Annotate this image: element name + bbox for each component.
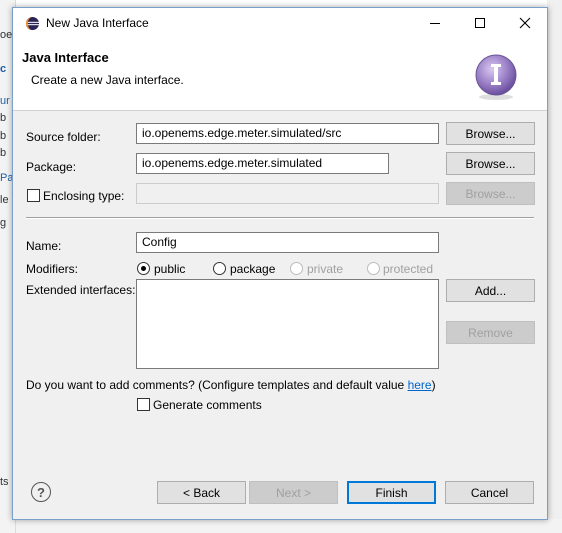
- finish-button[interactable]: Finish: [347, 481, 436, 504]
- extended-interfaces-list[interactable]: [136, 279, 439, 369]
- enclosing-type-browse-button: Browse...: [446, 182, 535, 205]
- maximize-icon: [474, 18, 485, 28]
- wizard-banner: Java Interface Create a new Java interfa…: [13, 38, 547, 111]
- generate-comments-checkbox[interactable]: [137, 398, 150, 411]
- modifier-private-label: private: [307, 262, 344, 276]
- title-bar[interactable]: New Java Interface: [13, 8, 547, 38]
- modifier-protected-label: protected: [383, 262, 434, 276]
- background-ide-bottom: [16, 519, 562, 533]
- modifier-public-label: public: [154, 262, 186, 276]
- extended-interfaces-label: Extended interfaces:: [26, 283, 136, 297]
- modifier-protected-radio: [367, 262, 380, 275]
- configure-templates-link[interactable]: here: [408, 378, 432, 392]
- cancel-button[interactable]: Cancel: [445, 481, 534, 504]
- package-input[interactable]: io.openems.edge.meter.simulated: [136, 153, 389, 174]
- comments-question-text: Do you want to add comments? (Configure …: [26, 378, 408, 392]
- enclosing-type-checkbox[interactable]: [27, 189, 40, 202]
- java-interface-icon: [475, 54, 517, 100]
- remove-interface-button: Remove: [446, 321, 535, 344]
- banner-description: Create a new Java interface.: [31, 73, 184, 87]
- source-folder-input[interactable]: io.openems.edge.meter.simulated/src: [136, 123, 439, 144]
- background-ide-right: [547, 0, 562, 533]
- add-interface-button[interactable]: Add...: [446, 279, 535, 302]
- close-icon: [519, 17, 530, 29]
- source-folder-browse-button[interactable]: Browse...: [446, 122, 535, 145]
- maximize-button[interactable]: [457, 8, 502, 38]
- comments-question: Do you want to add comments? (Configure …: [26, 378, 436, 392]
- modifier-package-label: package: [230, 262, 276, 276]
- wizard-footer: ? < Back Next > Finish Cancel: [13, 461, 547, 519]
- modifier-package-radio[interactable]: [213, 262, 226, 275]
- close-button[interactable]: [502, 8, 547, 38]
- eclipse-icon: [25, 16, 40, 31]
- package-label: Package:: [26, 160, 77, 174]
- enclosing-type-input: [136, 183, 439, 204]
- banner-title: Java Interface: [22, 50, 109, 65]
- source-folder-label: Source folder:: [26, 130, 101, 144]
- section-separator: [26, 217, 534, 219]
- minimize-button[interactable]: [412, 8, 457, 38]
- wizard-content: Source folder: io.openems.edge.meter.sim…: [13, 111, 547, 461]
- next-button: Next >: [249, 481, 338, 504]
- name-input[interactable]: Config: [136, 232, 439, 253]
- modifier-private-radio: [290, 262, 303, 275]
- modifier-public-radio[interactable]: [137, 262, 150, 275]
- comments-question-close: ): [431, 378, 436, 392]
- modifiers-label: Modifiers:: [26, 262, 79, 276]
- new-java-interface-dialog: New Java Interface Java Interface Create…: [12, 7, 548, 520]
- name-label: Name:: [26, 239, 62, 253]
- window-title: New Java Interface: [46, 16, 149, 30]
- package-browse-button[interactable]: Browse...: [446, 152, 535, 175]
- enclosing-type-label: Enclosing type:: [43, 189, 125, 203]
- generate-comments-label: Generate comments: [153, 398, 262, 412]
- back-button[interactable]: < Back: [157, 481, 246, 504]
- minimize-icon: [429, 23, 440, 24]
- help-icon[interactable]: ?: [31, 482, 51, 502]
